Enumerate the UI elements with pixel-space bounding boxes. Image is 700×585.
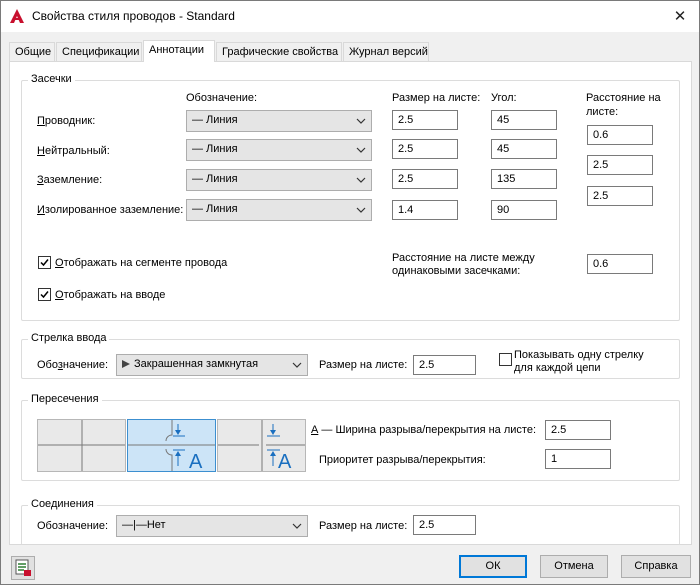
checkmark-icon <box>40 291 49 299</box>
autocad-logo-icon <box>10 9 24 23</box>
entry-arrow-symbol-select[interactable]: Закрашенная замкнутая <box>116 354 308 376</box>
filled-arrow-icon <box>122 360 130 369</box>
entry-arrow-size-input[interactable]: 2.5 <box>413 355 476 375</box>
gap-priority-input[interactable]: 1 <box>545 449 611 469</box>
chevron-down-icon <box>292 362 302 368</box>
wire-gap-icon: A <box>128 420 215 473</box>
distance-input-2[interactable]: 2.5 <box>587 155 653 175</box>
conductor-size-input[interactable]: 2.5 <box>392 110 458 130</box>
connections-size-input[interactable]: 2.5 <box>413 515 476 535</box>
gap-width-input[interactable]: 2.5 <box>545 420 611 440</box>
chevron-down-icon <box>356 118 366 124</box>
tab-annotations[interactable]: Аннотации <box>143 40 215 62</box>
intersection-style-gap[interactable]: A <box>127 419 216 473</box>
single-arrow-label-2: для каждой цепи <box>514 362 601 374</box>
entry-arrow-group-title: Стрелка ввода <box>28 332 110 344</box>
tab-version-history[interactable]: Журнал версий <box>343 42 429 61</box>
show-on-segment-checkbox[interactable] <box>38 256 51 269</box>
chevron-down-icon <box>356 147 366 153</box>
tab-graphic-properties[interactable]: Графические свойства <box>216 42 342 61</box>
distance-input-1[interactable]: 0.6 <box>587 125 653 145</box>
between-ticks-input[interactable]: 0.6 <box>587 254 653 274</box>
between-ticks-label-1: Расстояние на листе между <box>392 252 535 264</box>
neutral-label: Нейтральный: <box>37 145 110 157</box>
annotations-panel: Засечки Обозначение: Размер на листе: Уг… <box>9 61 692 545</box>
ground-label: Заземление: <box>37 174 103 186</box>
ticks-distance-header: Расстояние на <box>586 92 661 104</box>
connections-symbol-label: Обозначение: <box>37 520 109 532</box>
gap-priority-label: Приоритет разрыва/перекрытия: <box>319 454 486 466</box>
conductor-label: Проводник: <box>37 115 96 127</box>
title-bar: Свойства стиля проводов - Standard ✕ <box>1 1 699 32</box>
chevron-down-icon <box>356 177 366 183</box>
style-preview-icon[interactable] <box>11 556 35 580</box>
intersection-style-overlap[interactable]: A <box>217 419 306 473</box>
entry-arrow-symbol-label: Обозначение: <box>37 359 109 371</box>
ticks-group-title: Засечки <box>28 73 75 85</box>
tab-specifications[interactable]: Спецификации <box>56 42 142 61</box>
gap-width-label: А — Ширина разрыва/перекрытия на листе: <box>311 424 537 436</box>
entry-arrow-size-label: Размер на листе: <box>319 359 408 371</box>
distance-input-3[interactable]: 2.5 <box>587 186 653 206</box>
cancel-button[interactable]: Отмена <box>540 555 608 578</box>
conductor-symbol-select[interactable]: — Линия <box>186 110 372 132</box>
window-title: Свойства стиля проводов - Standard <box>32 9 235 23</box>
close-icon[interactable]: ✕ <box>669 7 691 27</box>
ticks-distance-header-2: листе: <box>586 106 619 118</box>
overlap-letter: A <box>278 451 292 471</box>
connections-group-title: Соединения <box>28 498 97 510</box>
ground-angle-input[interactable]: 135 <box>491 169 557 189</box>
connections-size-label: Размер на листе: <box>319 520 408 532</box>
show-on-entry-checkbox[interactable] <box>38 288 51 301</box>
between-ticks-label-2: одинаковыми засечками: <box>392 265 521 277</box>
isolated-ground-symbol-select[interactable]: — Линия <box>186 199 372 221</box>
ground-size-input[interactable]: 2.5 <box>392 169 458 189</box>
intersections-group-title: Пересечения <box>28 393 102 405</box>
crossing-wires-icon <box>38 420 125 471</box>
connections-symbol-select[interactable]: —|—Нет <box>116 515 308 537</box>
ticks-symbol-header: Обозначение: <box>186 92 258 104</box>
dialog-window: Свойства стиля проводов - Standard ✕ Общ… <box>0 0 700 585</box>
ticks-angle-header: Угол: <box>491 92 517 104</box>
ok-button[interactable]: ОК <box>459 555 527 578</box>
checkmark-icon <box>40 259 49 267</box>
chevron-down-icon <box>292 523 302 529</box>
neutral-size-input[interactable]: 2.5 <box>392 139 458 159</box>
show-on-segment-label: Отображать на сегменте провода <box>55 257 228 269</box>
isolated-ground-label: Изолированное заземление: <box>37 204 184 216</box>
ticks-size-header: Размер на листе: <box>392 92 481 104</box>
neutral-symbol-select[interactable]: — Линия <box>186 139 372 161</box>
wire-overlap-icon: A <box>218 420 305 473</box>
single-arrow-checkbox[interactable] <box>499 353 512 366</box>
single-arrow-label-1: Показывать одну стрелку <box>514 349 644 361</box>
show-on-entry-label: Отображать на вводе <box>55 289 166 301</box>
style-manager-icon <box>15 559 31 576</box>
tab-general[interactable]: Общие <box>9 42 55 61</box>
gap-letter: A <box>189 451 203 471</box>
isolated-ground-angle-input[interactable]: 90 <box>491 200 557 220</box>
conductor-angle-input[interactable]: 45 <box>491 110 557 130</box>
neutral-angle-input[interactable]: 45 <box>491 139 557 159</box>
ground-symbol-select[interactable]: — Линия <box>186 169 372 191</box>
isolated-ground-size-input[interactable]: 1.4 <box>392 200 458 220</box>
help-button[interactable]: Справка <box>621 555 691 578</box>
intersection-style-cross[interactable] <box>37 419 126 472</box>
chevron-down-icon <box>356 207 366 213</box>
